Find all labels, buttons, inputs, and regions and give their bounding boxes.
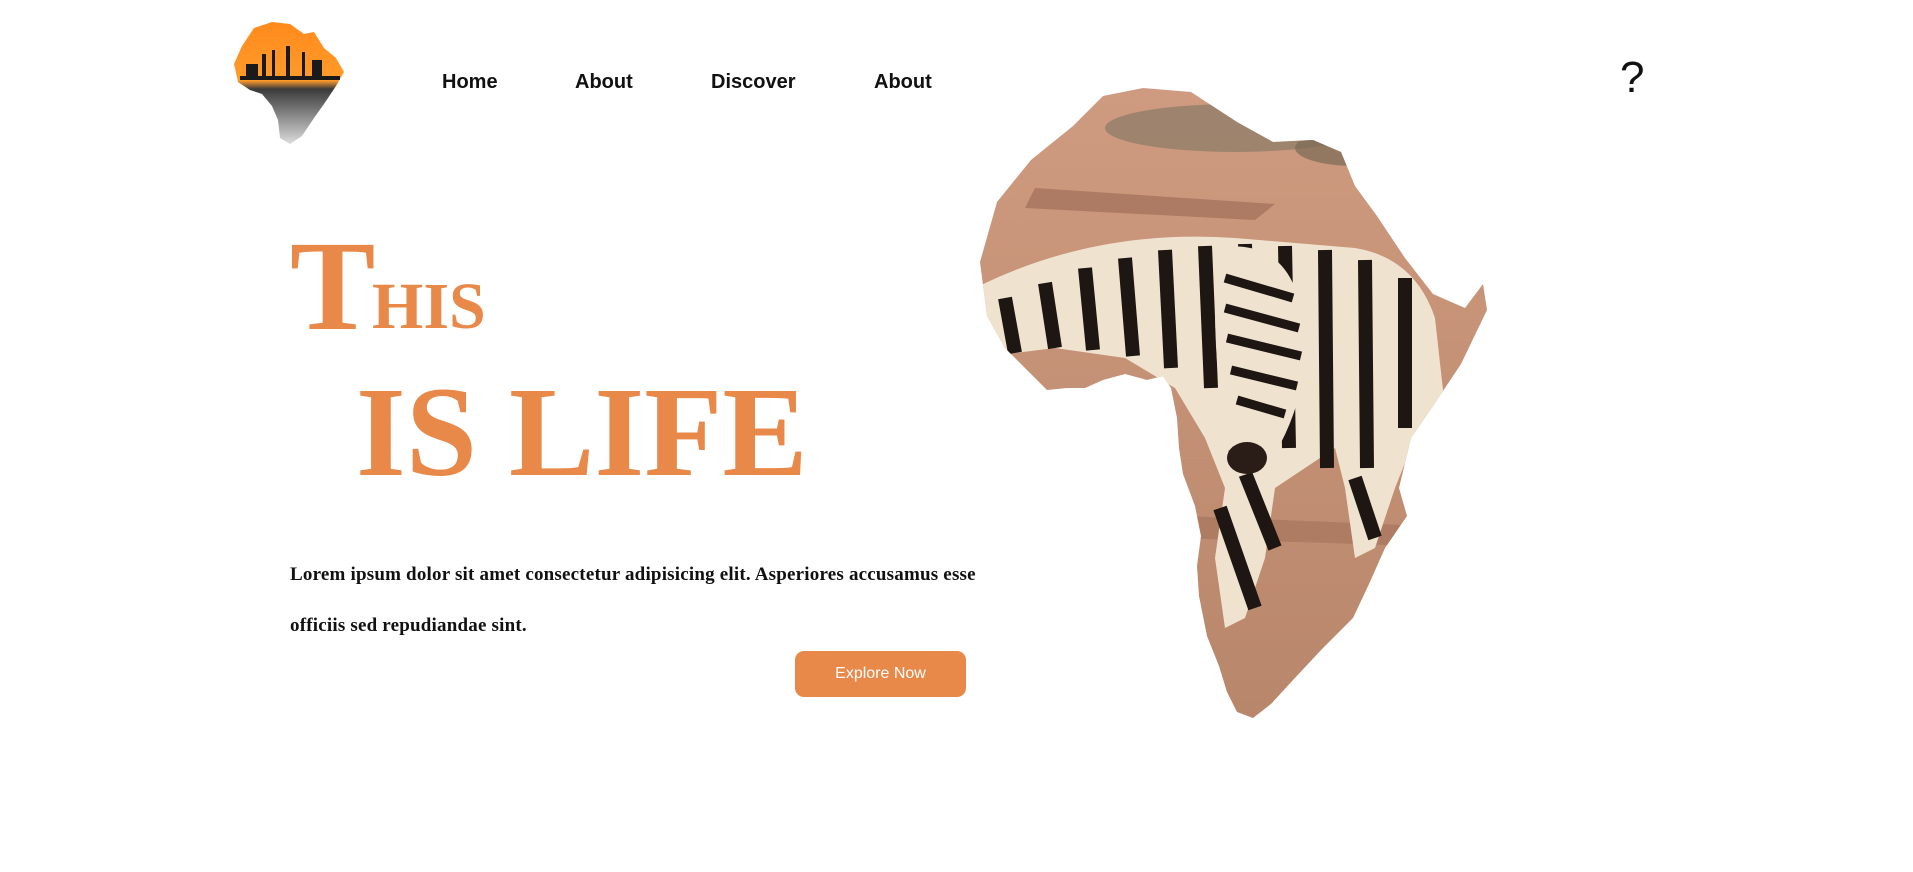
nav-home-link[interactable]: Home [442,71,498,94]
hero-title-initial: T [290,215,376,357]
hero-title-rest: HIS [372,270,486,343]
nav-about-link-2[interactable]: About [874,71,932,94]
help-icon[interactable]: ? [1620,56,1644,100]
hero-title-line2: IS LIFE [356,361,808,503]
africa-map-zebra-image [980,88,1487,718]
nav-about-link[interactable]: About [575,71,633,94]
hero-description: Lorem ipsum dolor sit amet consectetur a… [290,564,976,636]
africa-safari-logo[interactable] [232,20,350,146]
explore-now-button[interactable]: Explore Now [795,651,966,697]
nav-discover-link[interactable]: Discover [711,71,796,94]
